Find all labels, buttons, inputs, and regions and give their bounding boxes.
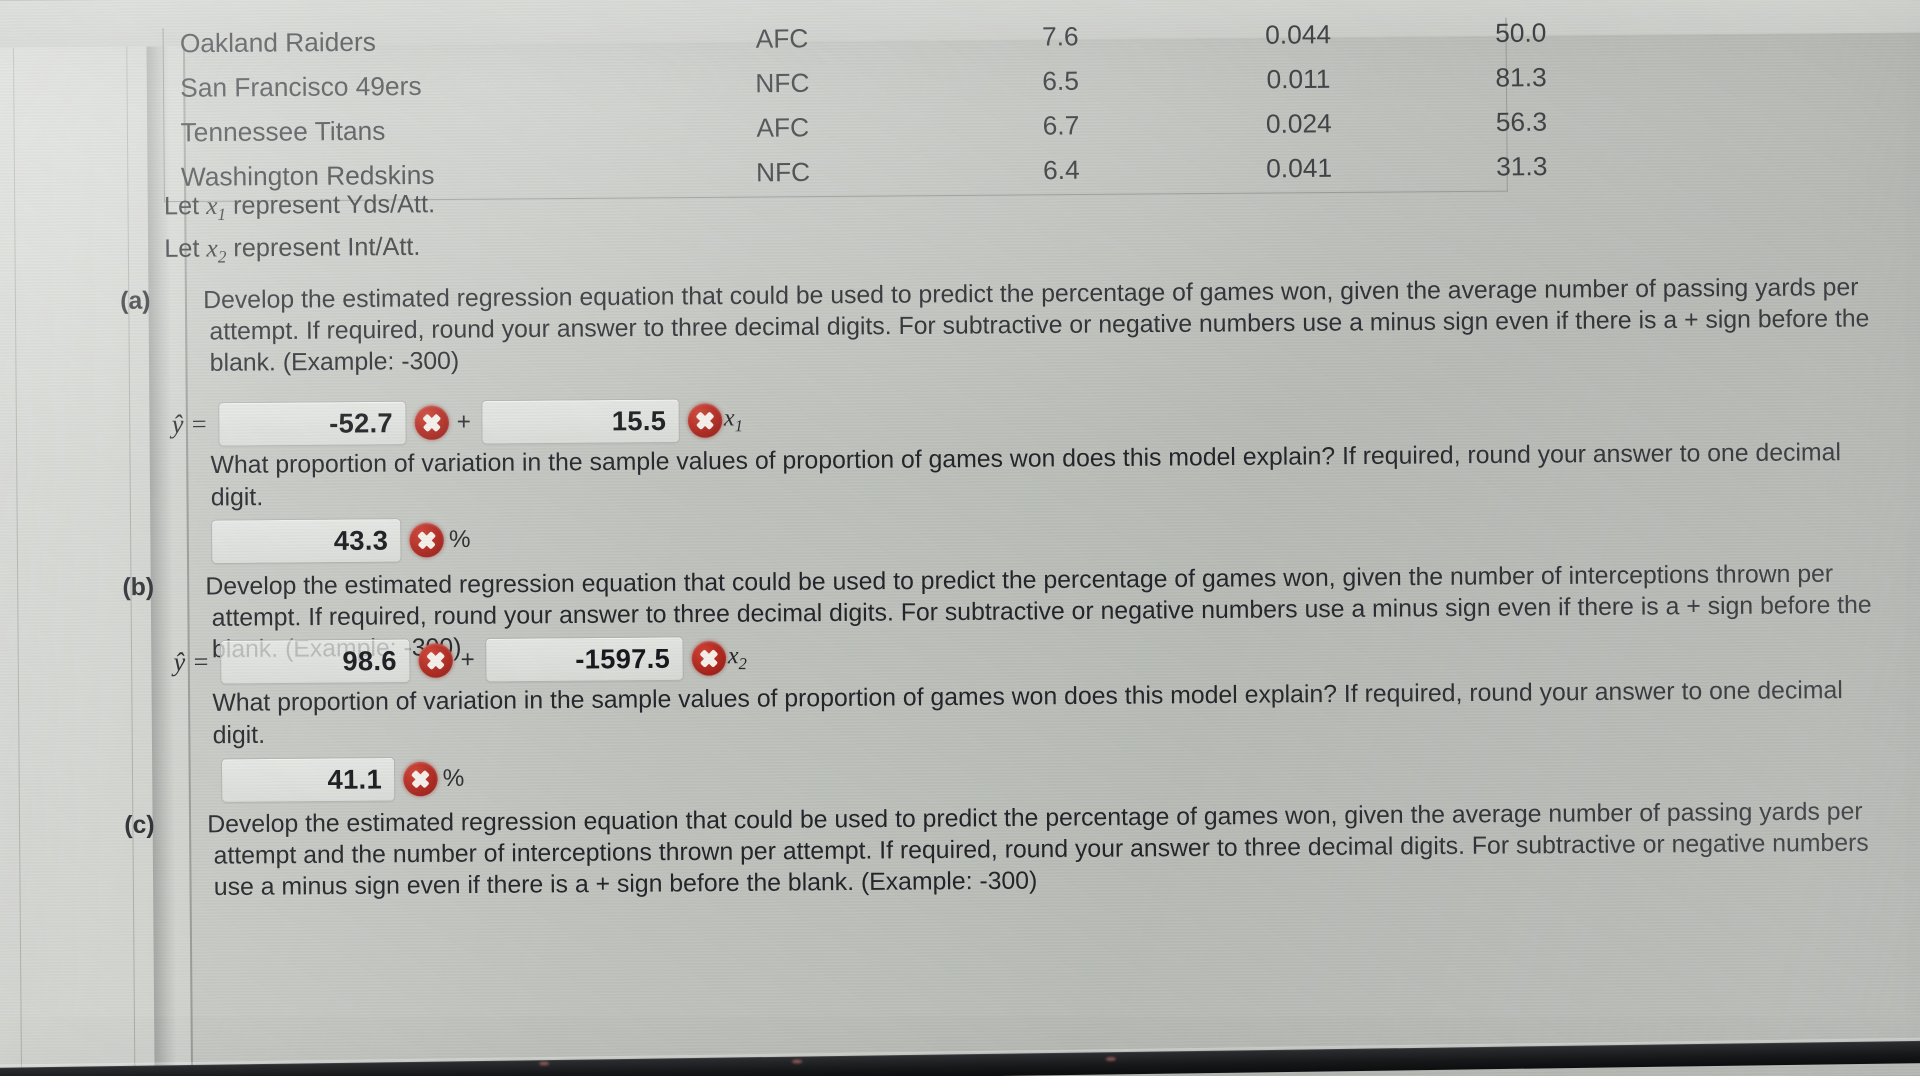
part-b-yhat-label: ŷ = [173, 647, 210, 677]
part-b-r2-row: 41.1 % [220, 756, 465, 803]
bezel-speck [1105, 1056, 1116, 1062]
part-b-slope-variable: x2 [727, 642, 747, 673]
red-x-circle-icon [687, 403, 723, 438]
red-x-circle-icon [691, 641, 726, 676]
cell-yds-att: 6.7 [1042, 109, 1080, 141]
cell-team: Tennessee Titans [180, 115, 386, 148]
definition-x2-suffix: represent Int/Att. [226, 232, 421, 263]
part-a-text: Develop the estimated regression equatio… [203, 273, 1870, 377]
part-c-text: Develop the estimated regression equatio… [207, 798, 1869, 902]
red-x-circle-icon [403, 761, 438, 797]
definition-x1-symbol: x [206, 192, 218, 221]
cell-conference: NFC [755, 67, 810, 99]
cell-team: San Francisco 49ers [180, 70, 422, 103]
red-x-circle-icon [417, 643, 453, 678]
question-part-a: (a) Develop the estimated regression equa… [120, 272, 1874, 380]
definition-x1-prefix: Let [163, 191, 207, 221]
part-c-label: (c) [124, 811, 155, 840]
red-x-circle-icon [414, 405, 449, 441]
definition-x1: Let x1 represent Yds/Att. [164, 190, 435, 226]
nfl-data-table: Oakland Raiders AFC 7.6 0.044 50.0 San F… [162, 17, 1548, 203]
part-b-followup-text: What proportion of variation in the samp… [212, 676, 1843, 750]
part-a-equation-row: ŷ = -52.7 + 15.5 x1 [172, 398, 744, 447]
part-a-r2-row: 43.3 % [210, 518, 471, 565]
question-part-c: (c) Develop the estimated regression equa… [124, 796, 1878, 904]
part-b-r2-unit: % [442, 764, 465, 793]
cell-win-pct: 56.3 [1495, 106, 1548, 138]
part-a-slope-input[interactable]: 15.5 [480, 398, 680, 445]
part-b-slope-input[interactable]: -1597.5 [484, 636, 684, 683]
cell-win-pct: 50.0 [1495, 17, 1547, 49]
definition-x1-suffix: represent Yds/Att. [225, 189, 436, 220]
part-a-slope-variable: x1 [723, 404, 744, 435]
cell-yds-att: 6.5 [1042, 65, 1080, 97]
screen-photo: apter 7.5 Oakland Raiders AFC 7.6 0.044 … [0, 0, 1920, 1076]
cell-team: Oakland Raiders [179, 26, 376, 59]
exercise-content: Oakland Raiders AFC 7.6 0.044 50.0 San F… [120, 16, 1914, 1076]
part-a-followup-text: What proportion of variation in the samp… [210, 438, 1842, 512]
part-a-intercept-input[interactable]: -52.7 [217, 400, 407, 447]
part-b-intercept-input[interactable]: 98.6 [219, 638, 411, 685]
part-b-label: (b) [122, 573, 155, 602]
cell-conference: AFC [755, 23, 809, 54]
definition-x2-symbol: x [206, 235, 218, 263]
part-b-plus-sign: + [460, 646, 475, 674]
cell-win-pct: 31.3 [1496, 150, 1548, 182]
part-b-equation-row: ŷ = 98.6 + -1597.5 x2 [173, 636, 747, 685]
part-a-label: (a) [120, 287, 151, 315]
cell-conference: NFC [755, 156, 811, 188]
cell-int-att: 0.011 [1266, 63, 1331, 95]
cell-int-att: 0.041 [1266, 152, 1333, 184]
red-x-circle-icon [409, 522, 445, 558]
part-a-r2-input[interactable]: 43.3 [210, 518, 402, 565]
cell-win-pct: 81.3 [1495, 61, 1547, 93]
cell-yds-att: 6.4 [1042, 154, 1080, 186]
part-b-r2-input[interactable]: 41.1 [220, 756, 396, 803]
part-a-r2-unit: % [448, 525, 471, 554]
table-body: Oakland Raiders AFC 7.6 0.044 50.0 San F… [164, 17, 1619, 201]
bezel-speck [539, 1061, 550, 1066]
part-a-yhat-label: ŷ = [171, 409, 208, 439]
cell-conference: AFC [756, 112, 810, 143]
definition-x2-prefix: Let [164, 234, 207, 263]
definition-x2: Let x2 represent Int/Att. [164, 233, 420, 268]
cell-int-att: 0.024 [1265, 108, 1332, 139]
cell-yds-att: 7.6 [1041, 20, 1079, 52]
part-a-plus-sign: + [456, 408, 472, 436]
cell-int-att: 0.044 [1265, 18, 1332, 50]
